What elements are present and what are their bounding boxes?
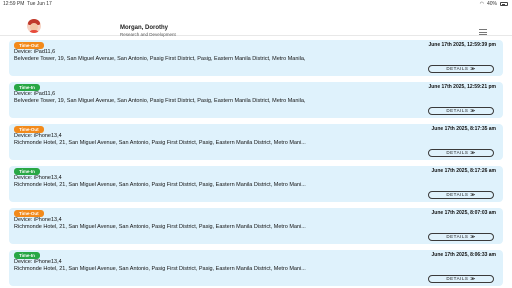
details-button[interactable]: DETAILS ≫ [428,65,494,73]
details-button[interactable]: DETAILS ≫ [428,191,494,199]
record-device: Device: iPhone13,4 [14,175,62,181]
record-timestamp: June 17th 2025, 8:06:33 am [431,252,496,258]
double-chevron-right-icon: ≫ [470,150,476,155]
status-indicators: ◠ 40% [480,0,508,8]
attendance-card: Time-In June 17th 2025, 12:59:21 pm Devi… [9,82,503,118]
record-device: Device: iPhone13,4 [14,259,62,265]
status-badge: Time-Out [14,210,44,217]
details-button[interactable]: DETAILS ≫ [428,233,494,241]
menu-icon[interactable] [479,29,487,35]
record-device: Device: iPhone13,4 [14,133,62,139]
status-badge: Time-In [14,168,40,175]
record-address: Belvedere Tower, 19, San Miguel Avenue, … [14,98,306,104]
attendance-card: Time-In June 17th 2025, 8:06:33 am Devic… [9,250,503,286]
app-header: Morgan, Dorothy Research and Development [0,8,512,37]
double-chevron-right-icon: ≫ [470,108,476,113]
status-date: Tue Jun 17 [27,1,52,7]
avatar[interactable] [27,19,41,33]
record-timestamp: June 17th 2025, 12:59:21 pm [428,84,496,90]
status-badge: Time-In [14,252,40,259]
attendance-card: Time-Out June 17th 2025, 8:17:35 am Devi… [9,124,503,160]
record-timestamp: June 17th 2025, 8:07:03 am [431,210,496,216]
status-badge: Time-In [14,84,40,91]
user-name: Morgan, Dorothy [120,25,168,31]
details-label: DETAILS [446,234,469,239]
record-address: Belvedere Tower, 19, San Miguel Avenue, … [14,56,306,62]
record-address: Richmonde Hotel, 21, San Miguel Avenue, … [14,140,306,146]
record-timestamp: June 17th 2025, 8:17:35 am [431,126,496,132]
record-device: Device: iPad11,6 [14,49,56,55]
attendance-list: Time-Out June 17th 2025, 12:59:39 pm Dev… [9,40,503,288]
user-department: Research and Development [120,32,176,37]
double-chevron-right-icon: ≫ [470,276,476,281]
record-device: Device: iPad11,6 [14,91,56,97]
details-label: DETAILS [446,192,469,197]
details-button[interactable]: DETAILS ≫ [428,149,494,157]
double-chevron-right-icon: ≫ [470,66,476,71]
attendance-card: Time-Out June 17th 2025, 12:59:39 pm Dev… [9,40,503,76]
details-label: DETAILS [446,150,469,155]
details-button[interactable]: DETAILS ≫ [428,107,494,115]
details-label: DETAILS [446,276,469,281]
record-timestamp: June 17th 2025, 8:17:26 am [431,168,496,174]
status-badge: Time-Out [14,126,44,133]
attendance-card: Time-In June 17th 2025, 8:17:26 am Devic… [9,166,503,202]
details-label: DETAILS [446,66,469,71]
double-chevron-right-icon: ≫ [470,192,476,197]
status-time: 12:59 PM [3,1,25,7]
details-button[interactable]: DETAILS ≫ [428,275,494,283]
record-address: Richmonde Hotel, 21, San Miguel Avenue, … [14,266,306,272]
record-address: Richmonde Hotel, 21, San Miguel Avenue, … [14,182,306,188]
wifi-icon: ◠ [479,1,484,7]
record-timestamp: June 17th 2025, 12:59:39 pm [428,42,496,48]
status-bar: 12:59 PM Tue Jun 17 ◠ 40% [0,0,512,8]
double-chevron-right-icon: ≫ [470,234,476,239]
record-device: Device: iPhone13,4 [14,217,62,223]
record-address: Richmonde Hotel, 21, San Miguel Avenue, … [14,224,306,230]
details-label: DETAILS [446,108,469,113]
status-badge: Time-Out [14,42,44,49]
battery-percent: 40% [486,1,497,7]
battery-icon [500,2,508,6]
attendance-card: Time-Out June 17th 2025, 8:07:03 am Devi… [9,208,503,244]
